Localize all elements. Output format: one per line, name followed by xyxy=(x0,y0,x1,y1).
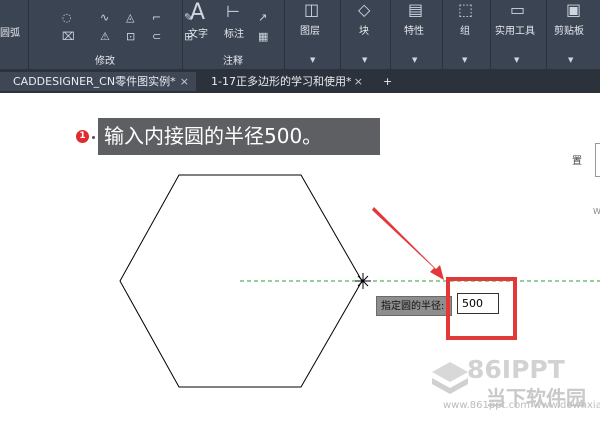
watermark-url: www.861ppt.com www.downxia.com xyxy=(443,400,600,411)
side-panel-letter: W xyxy=(593,207,600,216)
step-connector-dot xyxy=(92,136,95,139)
annotation-arrow xyxy=(372,207,444,280)
radius-prompt-tooltip: 指定圆的半径: xyxy=(376,296,452,316)
crosshair-cursor xyxy=(355,273,371,289)
instruction-callout: 输入内接圆的半径500。 xyxy=(98,118,380,155)
watermark-logo: 86IPPT xyxy=(467,355,565,384)
watermark-logo-icon xyxy=(432,362,468,394)
side-panel-box[interactable] xyxy=(595,143,600,177)
side-panel-label: 置 xyxy=(572,156,582,167)
highlight-box xyxy=(446,277,517,340)
step-number-badge: 1 xyxy=(76,130,89,143)
